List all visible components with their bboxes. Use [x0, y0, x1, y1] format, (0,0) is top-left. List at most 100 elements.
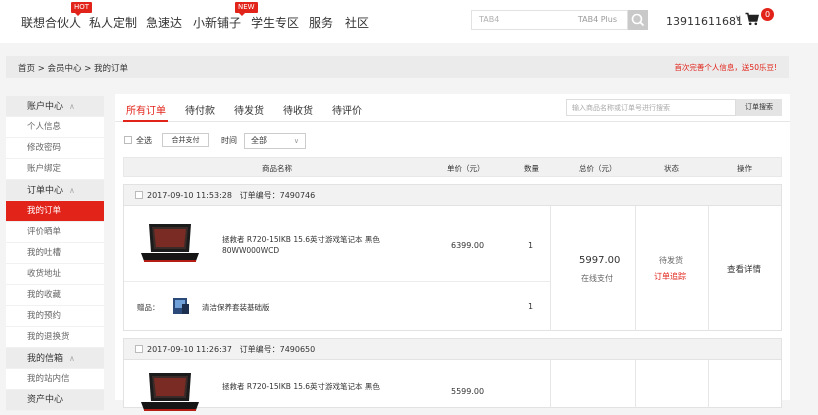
sidebar-item-label: 我的预约: [27, 311, 62, 321]
nav-item-label: 联想合伙人: [21, 16, 82, 30]
sidebar-item-returns[interactable]: 我的退换货: [6, 327, 104, 348]
nav-item-label: 急速达: [146, 16, 183, 30]
order-card: 2017-09-10 11:26:37 订单编号：7490650 拯救者 R72…: [123, 338, 782, 411]
nav-item-custom[interactable]: 私人定制: [89, 14, 137, 31]
order-checkbox[interactable]: [135, 191, 143, 199]
quantity: 1: [528, 241, 534, 250]
order-tabs: 所有订单 待付款 待发货 待收货 待评价 输入商品名称或订单号进行搜索 订单搜索: [115, 94, 790, 122]
sidebar-group-account[interactable]: 账户中心 ∧: [6, 96, 104, 117]
search-button[interactable]: [628, 10, 648, 30]
nav-item-partner[interactable]: HOT 联想合伙人: [21, 2, 93, 31]
divider: [550, 360, 551, 408]
nav-item-express[interactable]: 急速达: [146, 14, 182, 31]
divider: [124, 281, 550, 282]
time-label: 时间: [221, 136, 237, 145]
tab-pending-review[interactable]: 待评价: [332, 102, 362, 117]
nav-item-label: 服务: [309, 16, 334, 30]
cart-icon[interactable]: [745, 12, 759, 26]
nav-item-label: 社区: [345, 16, 370, 30]
col-total: 总价（元）: [579, 164, 617, 173]
order-search-button[interactable]: 订单搜索: [736, 99, 782, 116]
sidebar-item-messages[interactable]: 我的站内信: [6, 369, 104, 390]
sidebar-group-mailbox[interactable]: 我的信箱 ∧: [6, 348, 104, 369]
sidebar-item-label: 账户中心: [27, 102, 64, 112]
sidebar-item-complaints[interactable]: 我的吐槽: [6, 243, 104, 264]
product-name[interactable]: 拯救者 R720-15IKB 15.6英寸游戏笔记本 黑色: [222, 381, 397, 392]
hot-tag: HOT: [71, 2, 93, 16]
col-qty: 数量: [524, 164, 539, 173]
payment-method: 在线支付: [581, 274, 613, 283]
gift-quantity: 1: [528, 302, 534, 311]
promo-link[interactable]: 首次完善个人信息，送50乐豆!: [674, 62, 777, 73]
sidebar-item-label: 收货地址: [27, 269, 62, 279]
order-status: 待发货: [659, 256, 683, 265]
product-thumbnail[interactable]: [139, 222, 201, 266]
order-total: 5997.00: [579, 255, 621, 266]
sidebar-item-password[interactable]: 修改密码: [6, 138, 104, 159]
tab-pending-payment[interactable]: 待付款: [185, 102, 215, 117]
divider: [635, 360, 636, 408]
divider: [550, 206, 551, 331]
gift-name[interactable]: 清洁保养套装基础版: [202, 302, 270, 313]
order-card: 2017-09-10 11:53:28 订单编号：7490746 拯救者 R72…: [123, 184, 782, 331]
time-filter-select[interactable]: 全部 ∨: [244, 133, 306, 149]
sidebar-item-label: 我的站内信: [27, 374, 70, 384]
nav-item-label: 私人定制: [89, 16, 138, 30]
top-nav-bar: HOT 联想合伙人 私人定制 急速达 小新铺子 NEW 学生专区 服务 社区 T…: [0, 0, 818, 43]
sidebar-item-reviews[interactable]: 评价晒单: [6, 222, 104, 243]
tab-pending-shipment[interactable]: 待发货: [234, 102, 264, 117]
sidebar-group-orders[interactable]: 订单中心 ∧: [6, 180, 104, 201]
chevron-up-icon: ∧: [69, 186, 75, 195]
sidebar-item-label: 账户绑定: [27, 164, 62, 174]
sidebar-group-assets[interactable]: 资产中心: [6, 390, 104, 411]
sidebar-item-my-orders[interactable]: 我的订单: [6, 201, 104, 222]
nav-item-label: 小新铺子: [193, 16, 242, 30]
time-filter-value: 全部: [251, 136, 267, 145]
col-unit-price: 单价（元）: [447, 164, 485, 173]
tab-all-orders[interactable]: 所有订单: [126, 102, 166, 117]
view-details-link[interactable]: 查看详情: [727, 263, 761, 275]
breadcrumb[interactable]: 首页 > 会员中心 > 我的订单: [18, 62, 128, 74]
merge-pay-button[interactable]: 合并支付: [162, 133, 209, 147]
sidebar-item-label: 我的信箱: [27, 354, 64, 364]
chevron-up-icon: ∧: [69, 354, 75, 363]
nav-item-service[interactable]: 服务: [309, 14, 333, 31]
order-datetime: 2017-09-10 11:26:37: [147, 345, 232, 354]
sidebar-item-label: 资产中心: [27, 395, 64, 405]
cart-count-badge: 0: [761, 8, 774, 21]
tab-pending-receipt[interactable]: 待收货: [283, 102, 313, 117]
site-search-input[interactable]: TAB4 TAB4 Plus: [471, 10, 628, 30]
search-icon: [631, 13, 645, 27]
sidebar-item-label: 订单中心: [27, 186, 64, 196]
divider: [635, 206, 636, 331]
order-search-input[interactable]: 输入商品名称或订单号进行搜索: [566, 99, 736, 116]
chevron-down-icon: ∨: [293, 137, 299, 145]
chevron-up-icon: ∧: [69, 102, 75, 111]
product-name[interactable]: 拯救者 R720-15IKB 15.6英寸游戏笔记本 黑色 80WW000WCD: [222, 234, 397, 256]
order-number[interactable]: 7490650: [280, 345, 316, 354]
select-all-label: 全选: [136, 136, 152, 145]
order-number[interactable]: 7490746: [280, 191, 316, 200]
product-thumbnail[interactable]: [139, 371, 201, 415]
sidebar-item-address[interactable]: 收货地址: [6, 264, 104, 285]
divider: [708, 206, 709, 331]
order-toolbar: 全选 合并支付 时间 全部 ∨: [123, 132, 783, 150]
order-checkbox[interactable]: [135, 345, 143, 353]
sidebar-item-favorites[interactable]: 我的收藏: [6, 285, 104, 306]
user-phone[interactable]: 13911611681: [666, 15, 743, 28]
col-action: 操作: [737, 164, 752, 173]
search-placeholder: TAB4: [479, 15, 500, 24]
sidebar-item-reservations[interactable]: 我的预约: [6, 306, 104, 327]
gift-thumbnail[interactable]: [170, 295, 192, 317]
nav-item-xiaoxin-shop[interactable]: 小新铺子: [193, 14, 241, 31]
sidebar-item-label: 评价晒单: [27, 227, 62, 237]
nav-item-student[interactable]: NEW 学生专区: [235, 2, 299, 31]
search-hint[interactable]: TAB4 Plus: [578, 15, 617, 24]
order-tracking-link[interactable]: 订单追踪: [654, 271, 686, 282]
sidebar-item-profile[interactable]: 个人信息: [6, 117, 104, 138]
chevron-down-icon[interactable]: ∨: [735, 14, 742, 24]
sidebar-item-binding[interactable]: 账户绑定: [6, 159, 104, 180]
select-all-checkbox[interactable]: [124, 136, 132, 144]
sidebar-item-label: 我的订单: [27, 206, 62, 216]
nav-item-community[interactable]: 社区: [345, 14, 369, 31]
